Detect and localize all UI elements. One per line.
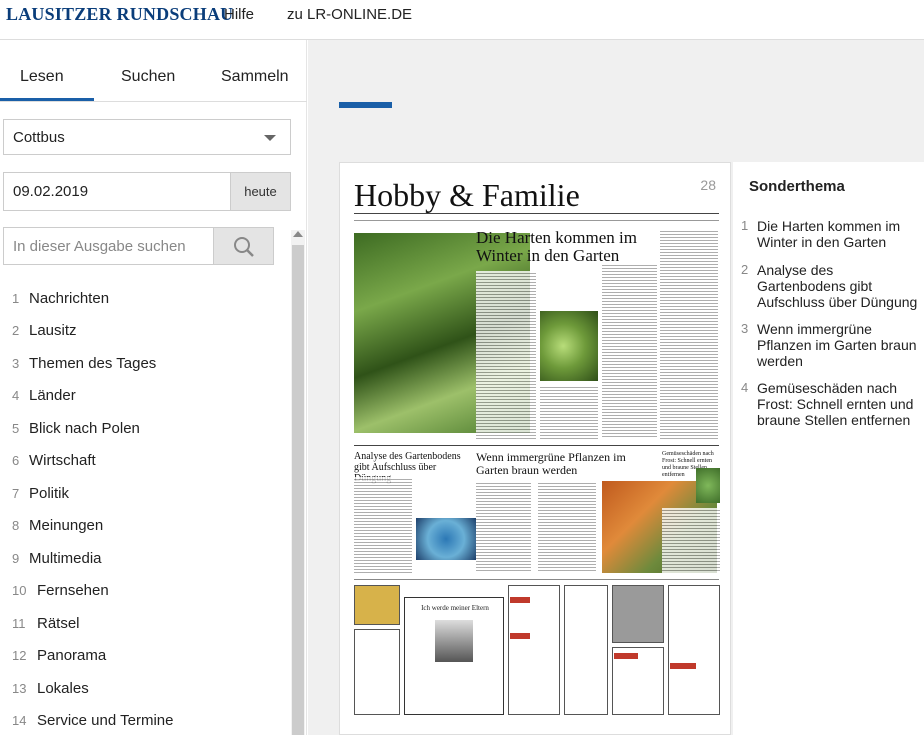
toc-item[interactable]: 6 Wirtschaft (12, 452, 96, 469)
ad-box (354, 585, 400, 625)
scroll-up-icon[interactable] (293, 231, 303, 237)
main-headline[interactable]: Die Harten kommen im Winter in den Garte… (476, 229, 676, 265)
text-column (602, 263, 657, 439)
ads-divider (354, 579, 719, 580)
tab-sammeln[interactable]: Sammeln (221, 68, 289, 86)
text-column (540, 385, 598, 439)
text-column (660, 229, 718, 439)
toc-item[interactable]: 8 Meinungen (12, 517, 103, 534)
insects-photo (416, 518, 476, 560)
special-topic-title: Sonderthema (749, 178, 845, 195)
toc-item[interactable]: 10 Fernsehen (12, 582, 109, 599)
ad-label (670, 663, 696, 669)
tab-bar: Lesen Suchen Sammeln (0, 68, 307, 102)
search-input[interactable]: In dieser Ausgabe suchen (3, 227, 214, 265)
portrait-photo (435, 620, 473, 662)
cabbage-photo (696, 468, 720, 503)
search-icon (234, 237, 254, 257)
ad-label (510, 633, 530, 639)
page-rule (354, 220, 719, 221)
tab-divider (0, 101, 307, 102)
date-field[interactable]: 09.02.2019 (3, 172, 231, 211)
page-number: 28 (700, 177, 716, 193)
toc-item[interactable]: 2 Lausitz (12, 322, 77, 339)
today-button[interactable]: heute (230, 172, 291, 211)
special-topic-panel: Sonderthema 1 Die Harten kommen im Winte… (733, 162, 924, 735)
text-column (354, 477, 412, 575)
toc-item[interactable]: 14 Service und Termine (12, 712, 173, 729)
pods-photo (540, 311, 598, 381)
toc-item[interactable]: 5 Blick nach Polen (12, 420, 140, 437)
toc-item[interactable]: 11 Rätsel (12, 615, 80, 632)
toc-item[interactable]: 1 Nachrichten (12, 290, 109, 307)
search-button[interactable] (213, 227, 274, 265)
obituary-heading: Ich werde meiner Eltern (421, 604, 489, 612)
obituary-notice: Ich werde meiner Eltern (404, 597, 504, 715)
text-column (476, 271, 536, 439)
text-column (476, 481, 531, 573)
ad-label (510, 597, 530, 603)
ad-box (668, 585, 720, 715)
article-link[interactable]: 2 Analyse des Gartenbodens gibt Aufschlu… (741, 262, 921, 312)
scrollbar-thumb[interactable] (292, 245, 304, 735)
article-link[interactable]: 4 Gemüseschäden nach Frost: Schnell ernt… (741, 380, 921, 430)
tab-suchen[interactable]: Suchen (121, 68, 175, 86)
toc-item[interactable]: 13 Lokales (12, 680, 89, 697)
help-link[interactable]: Hilfe (224, 6, 254, 23)
page-indicator (339, 102, 392, 108)
toc-item[interactable]: 9 Multimedia (12, 550, 102, 567)
toc-item[interactable]: 12 Panorama (12, 647, 106, 664)
article-link[interactable]: 1 Die Harten kommen im Winter in den Gar… (741, 218, 921, 252)
brand-logo[interactable]: LAUSITZER RUNDSCHAU (6, 4, 233, 25)
text-column (662, 508, 720, 573)
tab-lesen[interactable]: Lesen (20, 68, 64, 86)
lr-online-link[interactable]: zu LR-ONLINE.DE (287, 6, 412, 23)
ad-box (354, 629, 400, 715)
edition-select[interactable]: Cottbus (3, 119, 291, 155)
chevron-down-icon (264, 135, 276, 141)
text-column (538, 481, 596, 573)
edition-select-value: Cottbus (13, 129, 65, 146)
ad-box (508, 585, 560, 715)
toc-item[interactable]: 4 Länder (12, 387, 76, 404)
page-section-title: Hobby & Familie (354, 177, 580, 213)
sidebar: Lesen Suchen Sammeln Cottbus 09.02.2019 … (0, 40, 307, 735)
page-rule (354, 445, 719, 446)
ad-box (612, 585, 664, 643)
top-bar: LAUSITZER RUNDSCHAU Hilfe zu LR-ONLINE.D… (0, 0, 924, 40)
ad-label (614, 653, 638, 659)
newspaper-page[interactable]: Hobby & Familie 28 Die Harten kommen im … (339, 162, 731, 735)
ad-box (564, 585, 608, 715)
toc-item[interactable]: 7 Politik (12, 485, 69, 502)
page-rule (354, 213, 719, 214)
article-link[interactable]: 3 Wenn immergrüne Pflanzen im Garten bra… (741, 321, 921, 371)
headline-evergreen[interactable]: Wenn immergrüne Pflanzen im Garten braun… (476, 451, 626, 477)
toc-item[interactable]: 3 Themen des Tages (12, 355, 156, 372)
